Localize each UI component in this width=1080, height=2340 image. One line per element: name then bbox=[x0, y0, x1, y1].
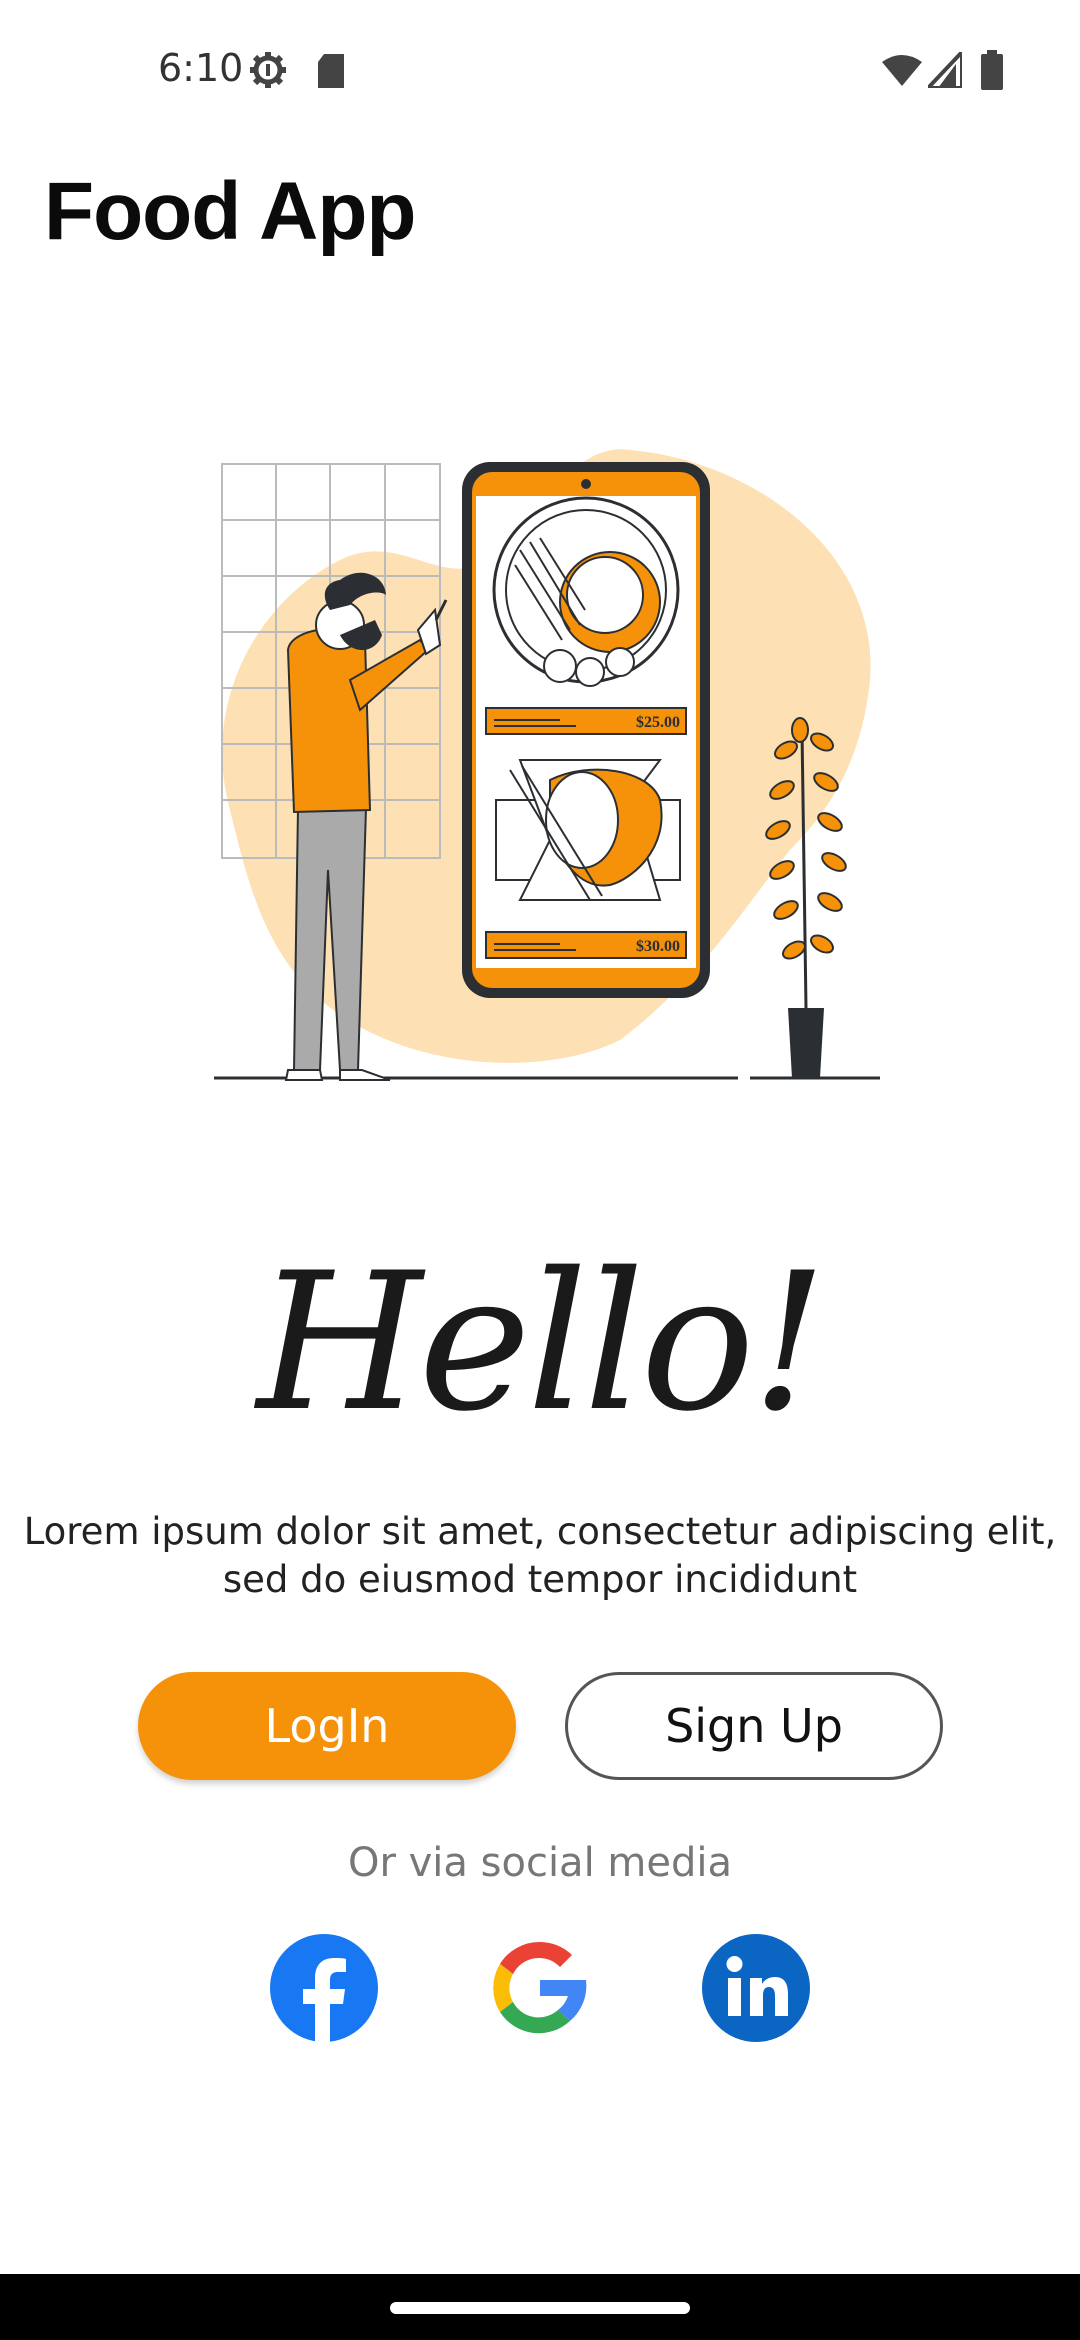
greeting-heading: Hello! bbox=[256, 1232, 827, 1453]
price-label-1: $25.00 bbox=[636, 714, 680, 731]
description-line-1: Lorem ipsum dolor sit amet, consectetur … bbox=[23, 1510, 1057, 1553]
status-bar: 6:10 bbox=[0, 0, 1080, 140]
system-nav-bar bbox=[0, 2274, 1080, 2340]
description-line-2: sed do eiusmod tempor incididunt bbox=[222, 1558, 858, 1601]
wifi-icon bbox=[882, 55, 922, 86]
google-icon[interactable] bbox=[486, 1934, 594, 2042]
home-gesture-handle[interactable] bbox=[390, 2302, 690, 2314]
facebook-icon[interactable] bbox=[270, 1934, 378, 2042]
hero-illustration: $25.00 $30.00 bbox=[214, 449, 880, 1081]
status-time: 6:10 bbox=[158, 46, 244, 90]
phone-mockup: $25.00 $30.00 bbox=[462, 462, 710, 998]
sd-card-icon bbox=[318, 54, 344, 88]
login-button[interactable]: LogIn bbox=[138, 1672, 516, 1780]
linkedin-icon[interactable] bbox=[702, 1934, 810, 2042]
app-title: Food App bbox=[44, 166, 416, 257]
social-media-label: Or via social media bbox=[347, 1840, 732, 1886]
price-label-2: $30.00 bbox=[636, 938, 680, 955]
cell-signal-icon bbox=[928, 52, 962, 88]
signup-button[interactable]: Sign Up bbox=[565, 1672, 943, 1780]
settings-icon bbox=[250, 52, 286, 88]
description-text: Lorem ipsum dolor sit amet, consectetur … bbox=[0, 1508, 1080, 1604]
battery-icon bbox=[981, 50, 1003, 90]
